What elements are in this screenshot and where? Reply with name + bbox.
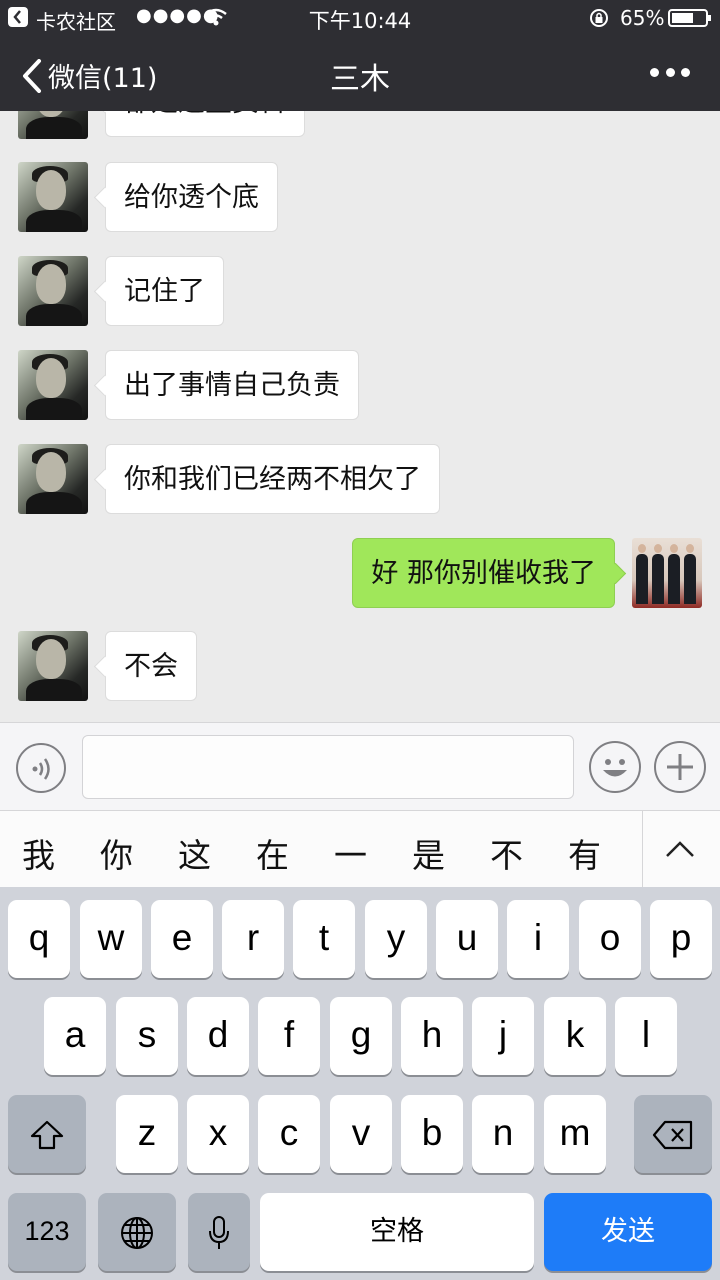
shift-key[interactable] — [8, 1095, 86, 1173]
send-key[interactable]: 发送 — [544, 1193, 712, 1271]
globe-icon — [121, 1217, 153, 1250]
divider — [642, 811, 643, 888]
contact-avatar[interactable] — [18, 111, 88, 139]
key-x[interactable]: x — [187, 1095, 249, 1173]
candidate-word[interactable]: 这 — [178, 829, 211, 877]
message-bubble[interactable]: 你和我们已经两不相欠了 — [105, 444, 440, 514]
voice-wave-icon — [32, 758, 50, 780]
dictation-key[interactable] — [188, 1193, 250, 1271]
emoji-button[interactable] — [589, 741, 641, 793]
ime-candidate-bar: 我 你 这 在 一 是 不 有 — [0, 810, 720, 888]
message-bubble[interactable]: 出了事情自己负责 — [105, 350, 359, 420]
key-h[interactable]: h — [401, 997, 463, 1075]
microphone-icon — [209, 1216, 229, 1250]
contact-avatar[interactable] — [18, 631, 88, 701]
message-input[interactable] — [82, 735, 574, 799]
key-w[interactable]: w — [80, 900, 142, 978]
key-t[interactable]: t — [293, 900, 355, 978]
candidate-word[interactable]: 不 — [490, 829, 523, 877]
more-options-button[interactable] — [650, 68, 690, 78]
message-bubble[interactable]: 给你透个底 — [105, 162, 278, 232]
key-o[interactable]: o — [579, 900, 641, 978]
clock: 下午10:44 — [308, 9, 412, 33]
candidate-word[interactable]: 是 — [412, 829, 445, 877]
key-g[interactable]: g — [330, 997, 392, 1075]
my-message-bubble[interactable]: 好 那你别催收我了 — [352, 538, 615, 608]
shift-icon — [30, 1121, 64, 1150]
space-key[interactable]: 空格 — [260, 1193, 534, 1271]
contact-avatar[interactable] — [18, 350, 88, 420]
key-a[interactable]: a — [44, 997, 106, 1075]
message-list[interactable]: 都是这些资料 给你透个底 记住了 出了事情自己负责 你和我们已经两不相欠了 好 … — [0, 111, 720, 722]
candidate-word[interactable]: 你 — [100, 829, 133, 877]
backspace-icon — [652, 1121, 693, 1150]
keyboard: q w e r t y u i o p a s d f g h j k l z … — [0, 887, 720, 1280]
orientation-lock-icon — [589, 8, 609, 33]
more-dot-icon — [665, 68, 675, 77]
battery-percent: 65% — [620, 6, 665, 30]
more-dot-icon — [650, 68, 659, 77]
key-c[interactable]: c — [258, 1095, 320, 1173]
message-input-bar — [0, 722, 720, 810]
key-f[interactable]: f — [258, 997, 320, 1075]
candidate-word[interactable]: 我 — [22, 829, 55, 877]
chat-title: 三木 — [330, 62, 390, 97]
my-avatar[interactable] — [632, 538, 702, 608]
candidate-word[interactable]: 一 — [334, 829, 367, 877]
contact-avatar[interactable] — [18, 256, 88, 326]
more-dot-icon — [681, 68, 690, 77]
key-s[interactable]: s — [116, 997, 178, 1075]
key-y[interactable]: y — [365, 900, 427, 978]
plus-icon — [667, 754, 693, 780]
expand-candidates-button[interactable] — [664, 839, 696, 863]
message-bubble[interactable]: 都是这些资料 — [105, 111, 305, 137]
backspace-key[interactable] — [634, 1095, 712, 1173]
more-functions-button[interactable] — [654, 741, 706, 793]
key-z[interactable]: z — [116, 1095, 178, 1173]
contact-avatar[interactable] — [18, 162, 88, 232]
message-bubble[interactable]: 记住了 — [105, 256, 224, 326]
status-bar: 卡农社区 ●●●●● 下午10:44 65% — [0, 0, 720, 36]
voice-input-button[interactable] — [16, 743, 66, 793]
numbers-key[interactable]: 123 — [8, 1193, 86, 1271]
key-m[interactable]: m — [544, 1095, 606, 1173]
language-key[interactable] — [98, 1193, 176, 1271]
key-v[interactable]: v — [330, 1095, 392, 1173]
key-j[interactable]: j — [472, 997, 534, 1075]
candidate-word[interactable]: 在 — [256, 829, 289, 877]
message-bubble[interactable]: 不会 — [105, 631, 197, 701]
battery-fill — [672, 13, 693, 23]
contact-avatar[interactable] — [18, 444, 88, 514]
key-e[interactable]: e — [151, 900, 213, 978]
smiley-icon — [603, 759, 627, 777]
chevron-up-icon — [666, 841, 694, 857]
key-n[interactable]: n — [472, 1095, 534, 1173]
key-d[interactable]: d — [187, 997, 249, 1075]
candidate-word[interactable]: 有 — [568, 829, 601, 877]
key-r[interactable]: r — [222, 900, 284, 978]
key-b[interactable]: b — [401, 1095, 463, 1173]
key-p[interactable]: p — [650, 900, 712, 978]
key-k[interactable]: k — [544, 997, 606, 1075]
top-bar: 卡农社区 ●●●●● 下午10:44 65% 微信(11) 三木 — [0, 0, 720, 111]
key-i[interactable]: i — [507, 900, 569, 978]
key-q[interactable]: q — [8, 900, 70, 978]
key-l[interactable]: l — [615, 997, 677, 1075]
key-u[interactable]: u — [436, 900, 498, 978]
battery-icon — [668, 9, 711, 27]
